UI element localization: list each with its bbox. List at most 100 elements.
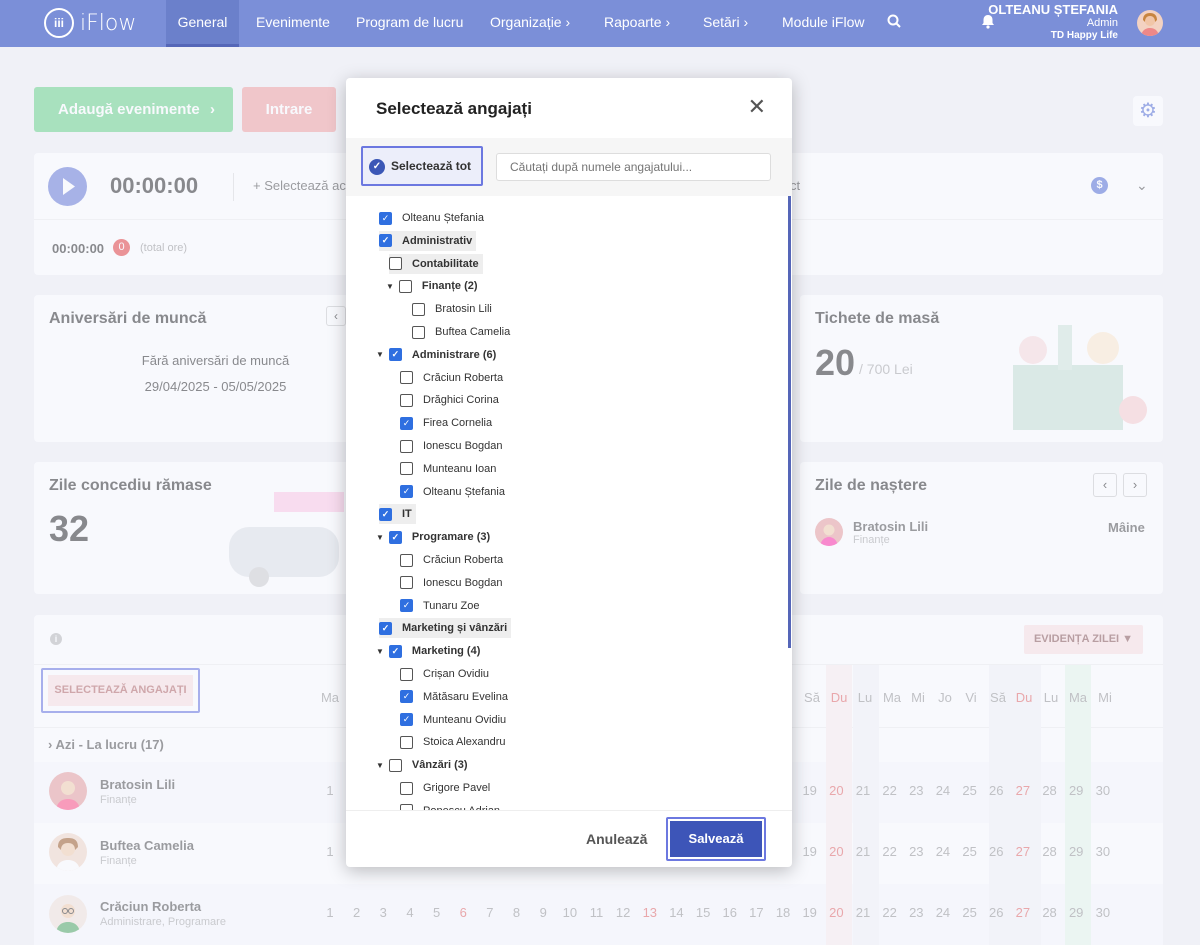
tree-row[interactable]: Crișan Ovidiu [400,664,489,684]
tree-row[interactable]: Munteanu Ioan [400,459,496,479]
checkbox-unchecked[interactable] [400,576,413,590]
select-all-label: Selectează tot [391,159,472,173]
scrollbar[interactable] [788,196,791,648]
checkbox-unchecked[interactable] [400,371,413,385]
checkbox-unchecked[interactable] [400,781,413,795]
checkbox-checked[interactable]: ✓ [388,530,402,544]
nav-setari[interactable]: Setări › [703,0,748,47]
checkbox-checked[interactable]: ✓ [379,211,392,225]
tree-row[interactable]: Crăciun Roberta [400,550,503,570]
tree-row-label: Buftea Camelia [435,326,511,338]
checkbox-checked[interactable]: ✓ [388,644,402,658]
tree-row[interactable]: ✓ Olteanu Ștefania [400,482,505,502]
tree-row-label: Bratosin Lili [435,303,492,316]
checkbox-checked[interactable]: ✓ [379,621,392,635]
tree-row-label: Finanțe (2) [421,280,478,293]
checkbox-unchecked[interactable] [400,667,413,681]
tree-row-label: Olteanu Ștefania [402,212,484,224]
checkbox-unchecked[interactable] [400,735,413,749]
checkbox-unchecked[interactable] [389,257,402,271]
nav-evenimente[interactable]: Evenimente [256,0,330,47]
user-info[interactable]: OLTEANU ȘTEFANIA Admin TD Happy Life [988,2,1118,42]
tree-row[interactable]: Stoica Alexandru [400,732,506,752]
checkbox-unchecked[interactable] [412,302,425,316]
employee-tree: ✓ Olteanu Ștefania ✓ Administrativ Contabili… [346,196,792,810]
nav-organizatie[interactable]: Organizație › [490,0,570,47]
checkbox-unchecked[interactable] [412,325,425,339]
tree-row[interactable]: ✓ Mătăsaru Evelina [400,687,508,707]
chevron-right-icon: › [565,14,571,30]
checkbox-checked[interactable]: ✓ [400,416,413,430]
modal-title: Selectează angajați [376,99,532,118]
tree-row[interactable]: ✓ Olteanu Ștefania [379,208,484,228]
checkbox-checked[interactable]: ✓ [379,507,392,521]
tree-row[interactable]: Grigore Pavel [400,778,490,798]
caret-down-icon[interactable]: ▼ [376,533,384,542]
employee-search-input[interactable] [496,153,771,181]
chevron-right-icon: › [743,14,749,30]
select-employees-modal: Selectează angajați ✕ ✓ Selectează tot ✓… [346,78,792,867]
checkbox-checked[interactable]: ✓ [379,234,392,248]
tree-row-label: Mătăsaru Evelina [423,690,508,703]
nav-rapoarte[interactable]: Rapoarte › [604,0,670,47]
tree-row-label: Administrativ [402,234,473,247]
tree-row-label: Munteanu Ovidiu [423,713,507,726]
tree-row[interactable]: ✓ Administrativ [379,230,477,251]
logo-icon: iii [44,8,74,38]
tree-row[interactable]: ✓ Marketing și vânzări [379,618,512,639]
tree-row-label: Drăghici Corina [423,394,499,407]
user-avatar[interactable] [1137,10,1163,36]
tree-row[interactable]: Contabilitate [389,253,483,274]
tree-row-label: Firea Cornelia [423,417,493,430]
tree-row[interactable]: ▼ ✓ Administrare (6) [376,345,496,365]
save-button[interactable]: Salvează [666,817,766,861]
checkbox-unchecked[interactable] [400,393,413,407]
checkbox-checked[interactable]: ✓ [400,599,413,613]
tree-row[interactable]: Ionescu Bogdan [400,436,503,456]
checkbox-unchecked[interactable] [388,758,402,772]
tree-row-label: Tunaru Zoe [423,599,480,612]
checkbox-checked[interactable]: ✓ [400,713,413,727]
nav-module-iflow[interactable]: Module iFlow [782,0,864,47]
tree-row-label: Crișan Ovidiu [423,668,490,680]
cancel-button[interactable]: Anulează [586,831,647,847]
tree-row[interactable]: Buftea Camelia [412,322,510,342]
tree-row[interactable]: ▼ Vânzări (3) [376,755,468,775]
caret-down-icon[interactable]: ▼ [376,647,384,656]
checkbox-unchecked[interactable] [398,279,412,293]
tree-row[interactable]: ✓ IT [379,504,416,525]
caret-down-icon[interactable]: ▼ [376,350,384,359]
nav-general[interactable]: General [166,0,239,47]
checkbox-unchecked[interactable] [400,439,413,453]
checkbox-unchecked[interactable] [400,553,413,567]
tree-row[interactable]: Bratosin Lili [412,299,492,319]
caret-down-icon[interactable]: ▼ [376,761,384,770]
tree-row[interactable]: Crăciun Roberta [400,368,503,388]
tree-row[interactable]: ▼ ✓ Marketing (4) [376,641,480,661]
checkbox-checked[interactable]: ✓ [388,348,402,362]
tree-row[interactable]: Drăghici Corina [400,390,499,410]
tree-row-label: Programare (3) [411,531,491,544]
tree-row[interactable]: ✓ Munteanu Ovidiu [400,710,506,730]
logo[interactable]: iii iFlow [44,8,136,38]
tree-row[interactable]: Popescu Adrian [400,801,500,810]
modal-footer: Anulează Salvează [346,810,792,867]
user-name: OLTEANU ȘTEFANIA [988,2,1118,17]
select-all-toggle[interactable]: ✓ Selectează tot [361,146,483,186]
checkbox-unchecked[interactable] [400,462,413,476]
tree-row[interactable]: ✓ Tunaru Zoe [400,596,479,616]
tree-row[interactable]: ▼ ✓ Programare (3) [376,527,490,547]
tree-row[interactable]: ✓ Firea Cornelia [400,413,492,433]
tree-row[interactable]: ▼ Finanțe (2) [386,276,478,296]
tree-row-label: Contabilitate [412,257,479,270]
logo-text: iFlow [80,10,137,36]
tree-row[interactable]: Ionescu Bogdan [400,573,503,593]
caret-down-icon[interactable]: ▼ [386,282,394,291]
checkbox-checked[interactable]: ✓ [400,690,413,704]
tree-row-label: Ionescu Bogdan [423,440,503,452]
nav-program-de-lucru[interactable]: Program de lucru [356,0,463,47]
checkbox-checked[interactable]: ✓ [400,485,413,499]
close-icon[interactable]: ✕ [748,96,766,118]
search-icon[interactable] [887,14,901,31]
tree-row-label: Crăciun Roberta [423,554,504,566]
